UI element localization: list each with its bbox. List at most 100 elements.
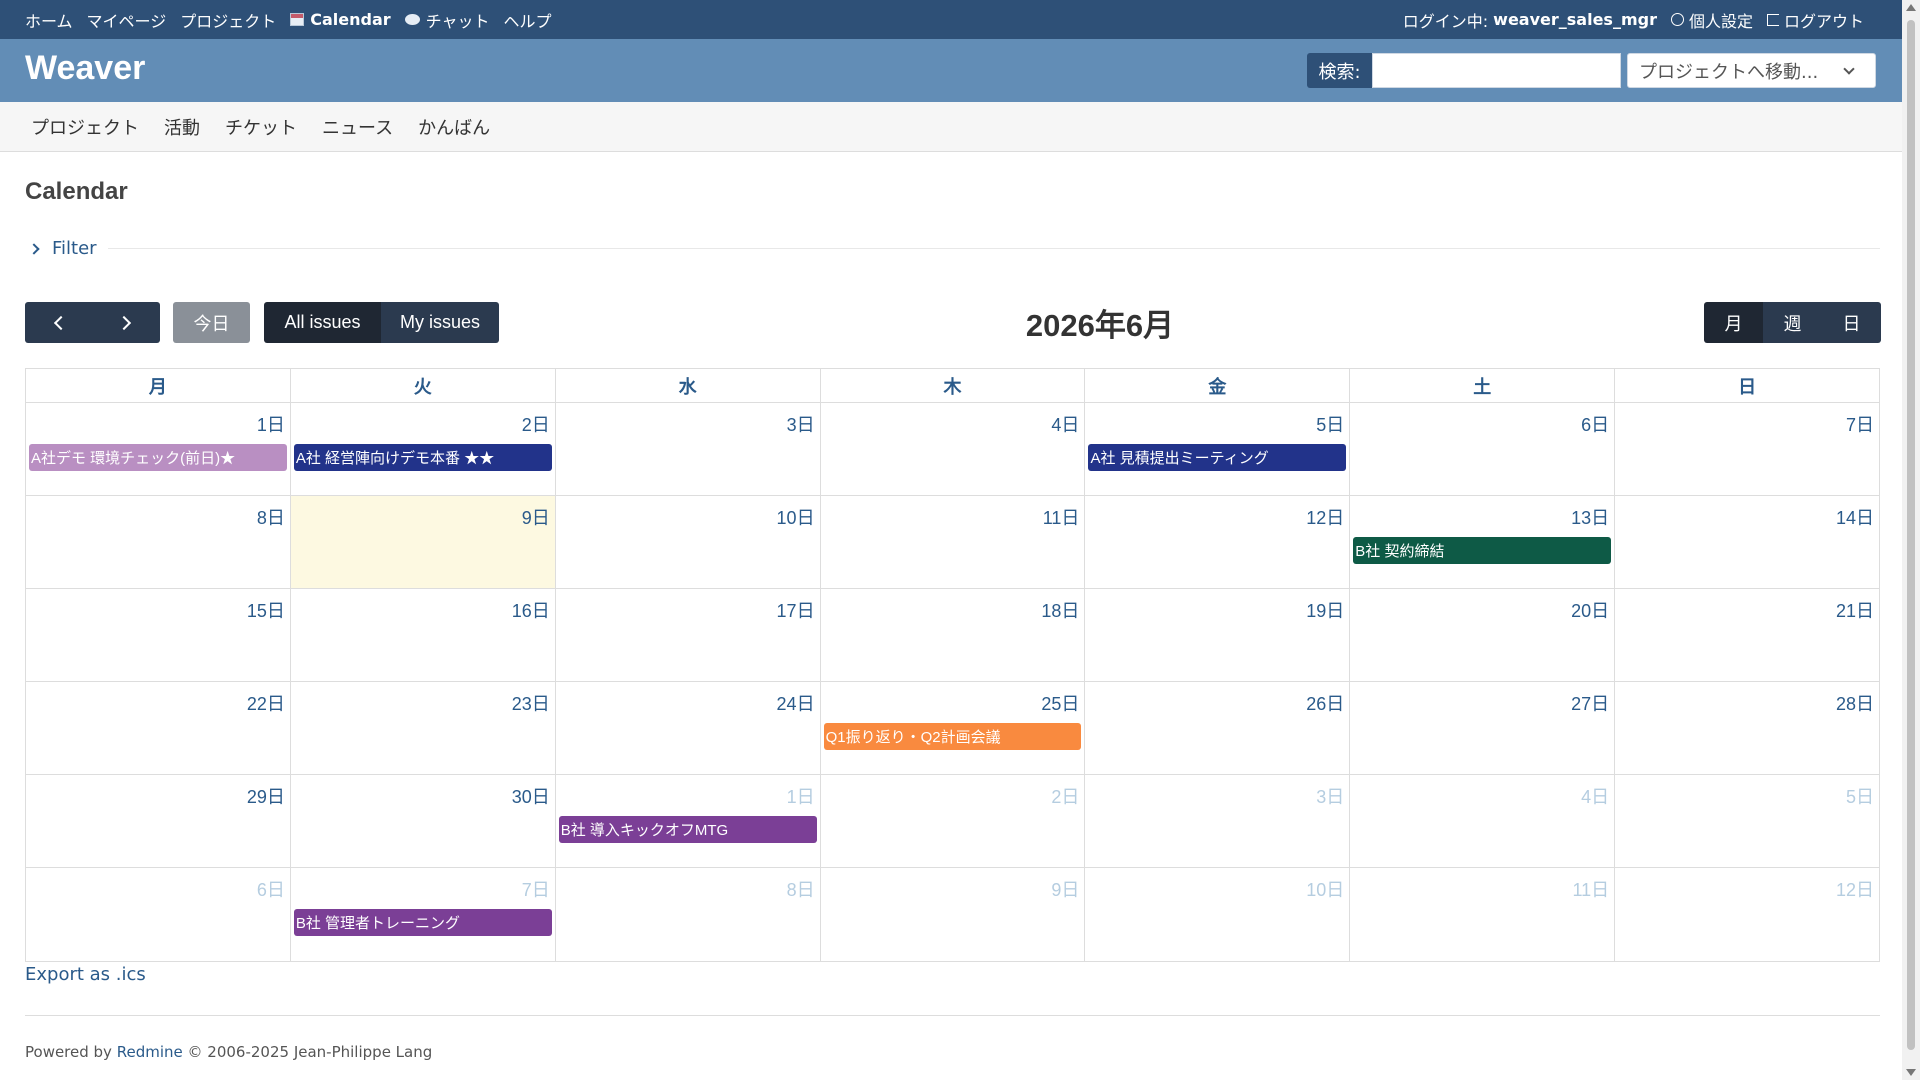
redmine-link[interactable]: Redmine (117, 1043, 183, 1061)
calendar-event[interactable]: B社 管理者トレーニング (293, 909, 552, 936)
project-jump-placeholder: プロジェクトへ移動... (1639, 61, 1819, 83)
calendar-event[interactable]: A社 見積提出ミーティング (1088, 444, 1347, 471)
calendar-icon (290, 13, 305, 26)
username-link[interactable]: weaver_sales_mgr (1493, 10, 1657, 29)
day-number: 17日 (776, 601, 815, 621)
day-number: 11日 (1572, 880, 1610, 900)
top-menu-help[interactable]: ヘルプ (503, 8, 551, 32)
weekday-sun: 日 (1738, 376, 1757, 398)
calendar-day: 20日 (1350, 589, 1616, 681)
day-number: 22日 (246, 694, 285, 714)
top-menu-chat-label: チャット (425, 11, 490, 31)
day-number: 3日 (1316, 787, 1345, 807)
calendar-day: 30日 (291, 775, 556, 867)
vertical-scrollbar[interactable] (1902, 0, 1920, 1080)
weekday-wed: 水 (556, 369, 821, 402)
calendar-month-title: 2026年6月 (0, 302, 1920, 343)
day-number: 2日 (1051, 787, 1080, 807)
logged-in-as: ログイン中: weaver_sales_mgr (1403, 8, 1657, 32)
main-menu-projects[interactable]: プロジェクト (31, 114, 139, 140)
day-number: 1日 (786, 787, 815, 807)
calendar-day: 27日 (1350, 682, 1616, 774)
day-number: 25日 (1041, 694, 1080, 714)
calendar-day-today: 9日 (290, 496, 556, 588)
main-menu-issues[interactable]: チケット (225, 114, 297, 140)
calendar-day: 21日 (1615, 589, 1879, 681)
calendar-month-title-text: 2026年6月 (1025, 308, 1175, 343)
calendar-event[interactable]: A社 経営陣向けデモ本番 ★★ (293, 444, 552, 471)
top-menu-chat[interactable]: チャット (404, 8, 490, 32)
calendar-day: 15日 (26, 589, 291, 681)
my-account-link[interactable]: 個人設定 (1670, 8, 1753, 32)
site-title[interactable]: Weaver (25, 49, 145, 88)
calendar-week: 1日 A社デモ 環境チェック(前日)★ 2日 A社 経営陣向けデモ本番 ★★ 3日 4日 5… (26, 403, 1879, 496)
calendar-day: 12日 (1615, 868, 1879, 961)
calendar-event[interactable]: B社 導入キックオフMTG (558, 816, 817, 843)
filter-label: Filter (52, 238, 97, 259)
main-menu-news[interactable]: ニュース (322, 114, 393, 140)
calendar-event[interactable]: Q1振り返り・Q2計画会議 (823, 723, 1082, 750)
calendar-day: 28日 (1615, 682, 1879, 774)
calendar-day: 11日 (821, 496, 1086, 588)
calendar-day: 2日 (821, 775, 1086, 867)
calendar-day: 4日 (1350, 775, 1616, 867)
calendar-day: 9日 (821, 868, 1086, 961)
view-day-button[interactable]: 日 (1822, 302, 1881, 343)
day-number: 8日 (256, 508, 285, 528)
calendar-day: 1日 A社デモ 環境チェック(前日)★ (26, 403, 291, 495)
calendar-day: 16日 (291, 589, 556, 681)
calendar-day: 10日 (556, 496, 821, 588)
chat-bubble-icon (404, 14, 420, 25)
weekday-header: 月 火 水 木 金 土 日 (26, 369, 1879, 403)
logout-label: ログアウト (1783, 11, 1864, 31)
logout-link[interactable]: ログアウト (1766, 8, 1864, 32)
day-number: 6日 (256, 880, 285, 900)
calendar-day: 1日 B社 導入キックオフMTG (556, 775, 821, 867)
scroll-down-icon[interactable] (1906, 1069, 1916, 1076)
calendar-day: 25日 Q1振り返り・Q2計画会議 (821, 682, 1086, 774)
filter-divider (108, 248, 1880, 249)
day-number: 4日 (1581, 787, 1610, 807)
day-number: 5日 (1316, 415, 1345, 435)
calendar-day: 6日 (26, 868, 291, 961)
filter-toggle[interactable]: Filter (28, 238, 97, 259)
day-number: 1日 (256, 415, 285, 435)
scrollbar-thumb[interactable] (1907, 20, 1915, 1050)
calendar-day: 12日 (1085, 496, 1351, 588)
calendar-week: 29日 30日 1日 B社 導入キックオフMTG 2日 3日 4日 5日 (26, 775, 1879, 868)
top-menu-projects[interactable]: プロジェクト (180, 8, 276, 32)
calendar-week: 15日 16日 17日 18日 19日 20日 21日 (26, 589, 1879, 682)
view-switch-group: 月 週 日 (1704, 302, 1881, 343)
footer: Powered by Redmine © 2006-2025 Jean-Phil… (25, 1043, 432, 1061)
scroll-up-icon[interactable] (1906, 4, 1916, 11)
day-number: 9日 (1051, 880, 1080, 900)
top-menu-mypage[interactable]: マイページ (87, 8, 167, 32)
export-ics-link[interactable]: Export as .ics (25, 964, 146, 985)
project-jump-select[interactable]: プロジェクトへ移動... (1627, 53, 1876, 88)
search-input[interactable] (1372, 53, 1621, 88)
footer-copyright: © 2006-2025 Jean-Philippe Lang (187, 1043, 433, 1061)
calendar-day: 11日 (1350, 868, 1616, 961)
calendar-day: 19日 (1085, 589, 1351, 681)
top-menu-bar: ホーム マイページ プロジェクト Calendar チャット ヘルプ ログイン中… (0, 0, 1902, 39)
top-menu-calendar[interactable]: Calendar (290, 10, 391, 29)
top-menu: ホーム マイページ プロジェクト Calendar チャット ヘルプ (25, 0, 552, 39)
footer-divider (25, 1015, 1880, 1016)
day-number: 7日 (521, 880, 550, 900)
calendar-day: 5日 (1615, 775, 1879, 867)
top-menu-home[interactable]: ホーム (25, 8, 73, 32)
day-number: 12日 (1835, 880, 1875, 900)
account-menu: ログイン中: weaver_sales_mgr 個人設定 ログアウト (1403, 0, 1864, 39)
day-number: 2日 (521, 415, 550, 435)
calendar-day: 8日 (556, 868, 821, 961)
main-menu-activity[interactable]: 活動 (164, 114, 200, 140)
view-month-button[interactable]: 月 (1704, 302, 1763, 343)
main-menu-kanban[interactable]: かんばん (418, 114, 490, 140)
day-number: 10日 (776, 508, 815, 528)
calendar-event[interactable]: A社デモ 環境チェック(前日)★ (29, 444, 287, 471)
view-week-button[interactable]: 週 (1763, 302, 1822, 343)
calendar-day: 14日 (1615, 496, 1879, 588)
calendar-day: 5日 A社 見積提出ミーティング (1085, 403, 1351, 495)
weekday-thu: 木 (821, 369, 1086, 402)
calendar-event[interactable]: B社 契約締結 (1353, 537, 1612, 564)
